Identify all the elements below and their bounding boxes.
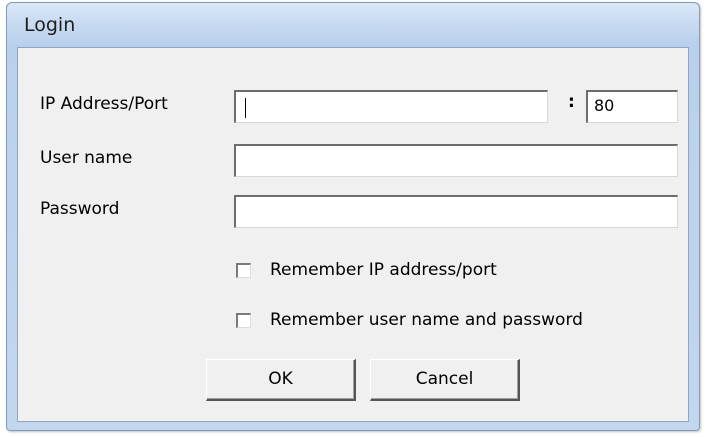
password-label: Password	[40, 199, 120, 219]
remember-ip-checkbox[interactable]	[236, 263, 251, 278]
username-label: User name	[40, 148, 133, 168]
text-caret	[245, 98, 246, 118]
remember-credentials-checkbox[interactable]	[236, 313, 251, 328]
cancel-button[interactable]: Cancel	[370, 359, 520, 401]
port-value: 80	[594, 96, 615, 115]
password-input[interactable]	[234, 195, 678, 228]
ok-button[interactable]: OK	[206, 359, 356, 401]
port-separator: :	[568, 92, 575, 112]
ip-address-label: IP Address/Port	[40, 94, 168, 114]
remember-credentials-label[interactable]: Remember user name and password	[270, 310, 583, 330]
port-input[interactable]: 80	[586, 90, 678, 123]
dialog-body: IP Address/Port : 80 User name Password …	[17, 47, 689, 422]
username-input[interactable]	[234, 144, 678, 177]
remember-credentials-option[interactable]: Remember user name and password	[236, 310, 656, 334]
ip-address-input[interactable]	[234, 90, 548, 123]
dialog-title: Login	[24, 14, 76, 36]
remember-ip-label[interactable]: Remember IP address/port	[270, 260, 497, 280]
login-dialog: Login IP Address/Port : 80 User name Pas…	[6, 2, 700, 431]
title-bar[interactable]: Login	[7, 3, 699, 47]
remember-ip-option[interactable]: Remember IP address/port	[236, 260, 556, 284]
